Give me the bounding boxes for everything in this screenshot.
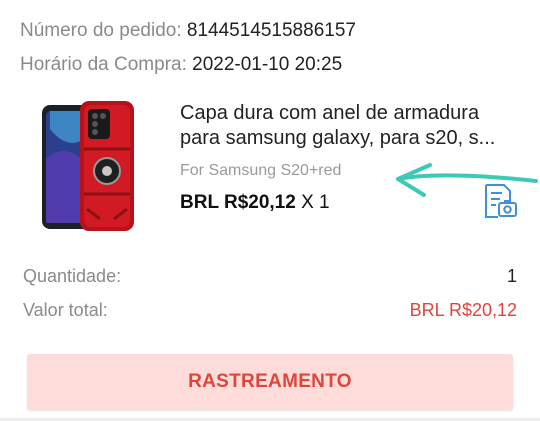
product-variant: For Samsung S20+red [180,162,342,179]
total-row: Valor total: BRL R$20,12 [23,296,517,330]
document-camera-icon[interactable] [482,183,518,219]
product-title[interactable]: Capa dura com anel de armadura para sams… [180,101,520,151]
product-card[interactable]: Capa dura com anel de armadura para sams… [0,95,540,245]
purchase-time-row: Horário da Compra: 2022-01-10 20:25 [20,48,356,82]
product-image [42,101,134,231]
tracking-button[interactable]: RASTREAMENTO [27,354,513,410]
total-value: BRL R$20,12 [409,300,517,320]
order-number-row: Número do pedido: 8144514515886157 [20,14,356,48]
quantity-label: Quantidade: [23,266,122,286]
purchase-time-value: 2022-01-10 20:25 [192,54,343,75]
product-price-line: BRL R$20,12 X 1 [180,192,330,214]
quantity-row: Quantidade: 1 [23,262,517,296]
purchase-time-label: Horário da Compra: [20,54,187,75]
product-price: BRL R$20,12 [180,192,296,213]
product-quantity: X 1 [301,192,330,213]
order-number-value: 8144514515886157 [186,20,356,41]
order-info: Número do pedido: 8144514515886157 Horár… [20,14,356,82]
order-summary: Quantidade: 1 Valor total: BRL R$20,12 [23,262,517,330]
quantity-value: 1 [506,266,517,286]
order-number-label: Número do pedido: [20,20,182,41]
total-label: Valor total: [23,300,108,320]
